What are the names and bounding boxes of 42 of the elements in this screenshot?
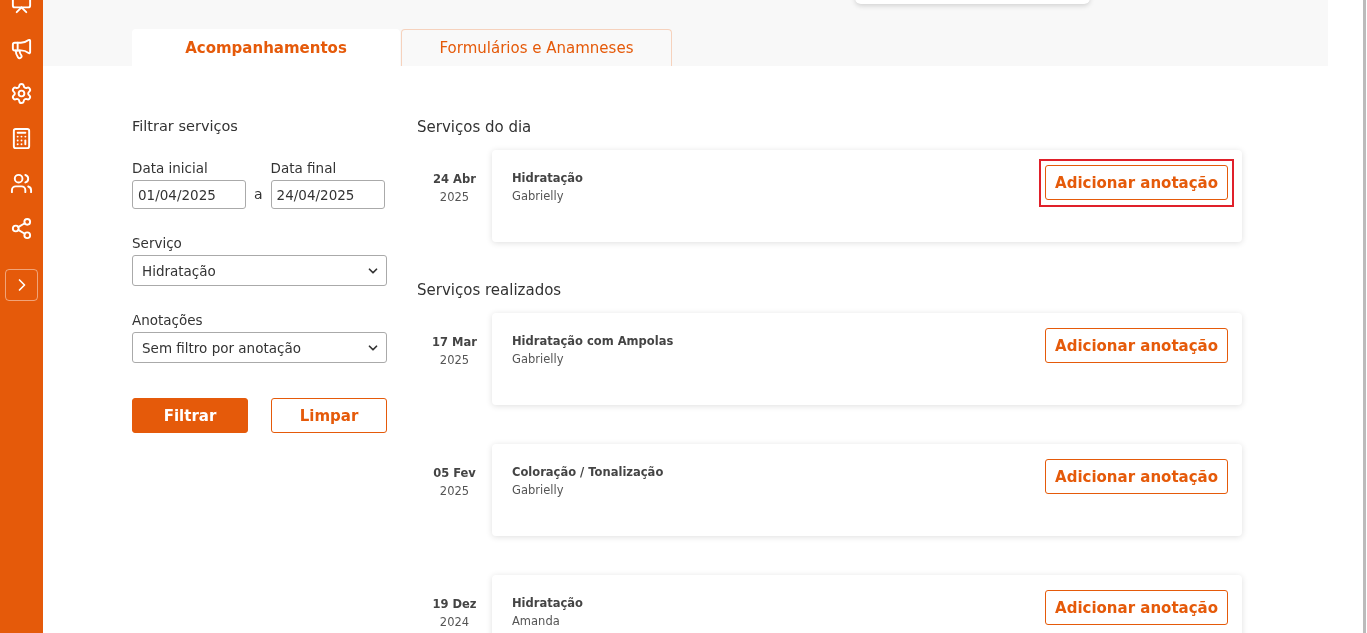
megaphone-icon[interactable] [10,37,33,60]
tab[interactable]: Formulários e Anamneses [401,29,672,66]
add-note-button[interactable]: Adicionar anotação [1045,165,1228,200]
service-year: 2025 [439,190,470,204]
section-title: Serviços realizados [417,281,563,299]
field-label: Data final [270,160,338,176]
service-name: Hidratação com Ampolas [512,334,674,348]
filter-button[interactable]: Filtrar [132,398,248,433]
share-icon[interactable] [10,217,33,240]
service-year: 2025 [439,484,470,498]
professional-name: Gabrielly [512,352,565,366]
end-date-field[interactable]: 24/04/2025 [270,180,385,209]
service-year: 2024 [439,615,470,629]
filter-title: Filtrar serviços [132,118,239,134]
professional-name: Gabrielly [512,189,565,203]
add-note-button[interactable]: Adicionar anotação [1045,328,1228,363]
add-note-button[interactable]: Adicionar anotação [1045,459,1228,494]
section-title: Serviços do dia [417,118,533,136]
calculator-icon[interactable] [10,127,33,150]
service-day: 05 Fev [433,466,476,480]
professional-name: Amanda [512,614,561,628]
field-label: Serviço [132,235,183,251]
service-name: Hidratação [512,596,583,610]
notes-select[interactable]: Sem filtro por anotação [132,332,387,363]
service-name: Hidratação [512,171,583,185]
start-date-field[interactable]: 01/04/2025 [132,180,246,209]
service-year: 2025 [439,353,470,367]
service-name: Coloração / Tonalização [512,465,664,479]
professional-name: Gabrielly [512,483,565,497]
settings-icon[interactable] [10,82,33,105]
field-label: Anotações [132,312,204,328]
field-label: Data inicial [132,160,209,176]
service-day: 24 Abr [433,172,476,186]
service-day: 19 Dez [432,597,477,611]
tab[interactable]: Acompanhamentos [132,29,400,66]
separator-text: a [254,186,263,204]
users-icon[interactable] [10,172,33,195]
clear-button[interactable]: Limpar [271,398,387,433]
expand-button[interactable] [5,269,38,301]
service-day: 17 Mar [432,335,477,349]
add-note-button[interactable]: Adicionar anotação [1045,590,1228,625]
service-select[interactable]: Hidratação [132,255,387,286]
